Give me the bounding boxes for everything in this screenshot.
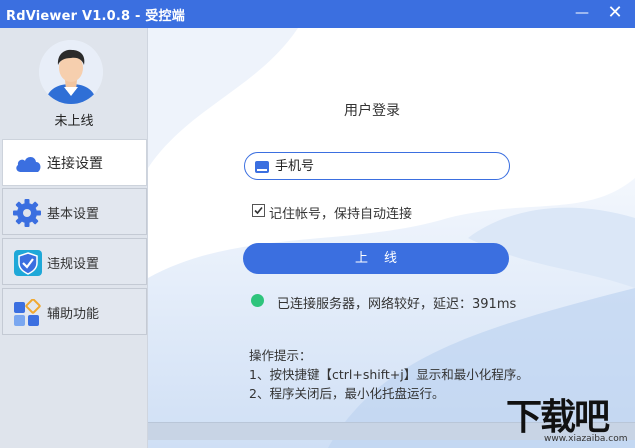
phone-field[interactable] [244, 152, 510, 180]
site-watermark: 下载吧 www.xiazaiba.com [500, 388, 634, 446]
cloud-icon [13, 150, 43, 178]
sidebar-item-auxiliary-functions[interactable]: 辅助功能 [2, 288, 147, 335]
gear-icon [13, 199, 43, 227]
minimize-button[interactable]: — [568, 0, 596, 28]
connection-status-text: 已连接服务器，网络较好，延迟：391ms [277, 297, 517, 312]
sidebar-item-label: 连接设置 [47, 156, 103, 172]
watermark-brand: 下载吧 [506, 397, 610, 438]
sidebar-item-connection-settings[interactable]: 连接设置 [2, 139, 147, 186]
apps-grid-icon [13, 298, 43, 327]
sidebar: 未上线 连接设置 基本设置 违规设置 辅助功能 [0, 28, 148, 448]
title-bar: RdViewer V1.0.8 - 受控端 — ✕ [0, 0, 635, 28]
remember-checkbox[interactable] [252, 204, 265, 217]
sidebar-item-violation-settings[interactable]: 违规设置 [2, 238, 147, 285]
main-panel: 用户登录 记住帐号，保持自动连接 上线 已连接服务器，网络较好，延迟：391ms… [148, 28, 635, 448]
online-status-text: 未上线 [54, 114, 94, 129]
sidebar-item-label: 基本设置 [47, 207, 100, 222]
phone-input[interactable] [275, 156, 501, 176]
sidebar-item-label: 辅助功能 [47, 307, 100, 322]
watermark-url: www.xiazaiba.com [544, 434, 628, 444]
remember-label: 记住帐号，保持自动连接 [269, 207, 413, 222]
shield-check-icon [13, 249, 43, 277]
tips-heading: 操作提示： [249, 348, 312, 363]
phone-icon [255, 160, 269, 174]
tips-line: 1、按快捷键【ctrl+shift+j】显示和最小化程序。 [249, 367, 529, 382]
checkmark-icon [254, 206, 263, 215]
close-button[interactable]: ✕ [601, 0, 629, 28]
operation-tips: 操作提示： 1、按快捷键【ctrl+shift+j】显示和最小化程序。 2、程序… [249, 346, 529, 403]
avatar[interactable] [39, 40, 103, 104]
go-online-button[interactable]: 上线 [243, 243, 509, 274]
sidebar-item-basic-settings[interactable]: 基本设置 [2, 188, 147, 235]
login-title: 用户登录 [344, 103, 400, 119]
tips-line: 2、程序关闭后，最小化托盘运行。 [249, 386, 445, 401]
sidebar-item-label: 违规设置 [47, 257, 100, 272]
window-title: RdViewer V1.0.8 - 受控端 [6, 9, 185, 24]
user-avatar-icon [39, 40, 103, 104]
connection-status-dot [251, 294, 264, 307]
